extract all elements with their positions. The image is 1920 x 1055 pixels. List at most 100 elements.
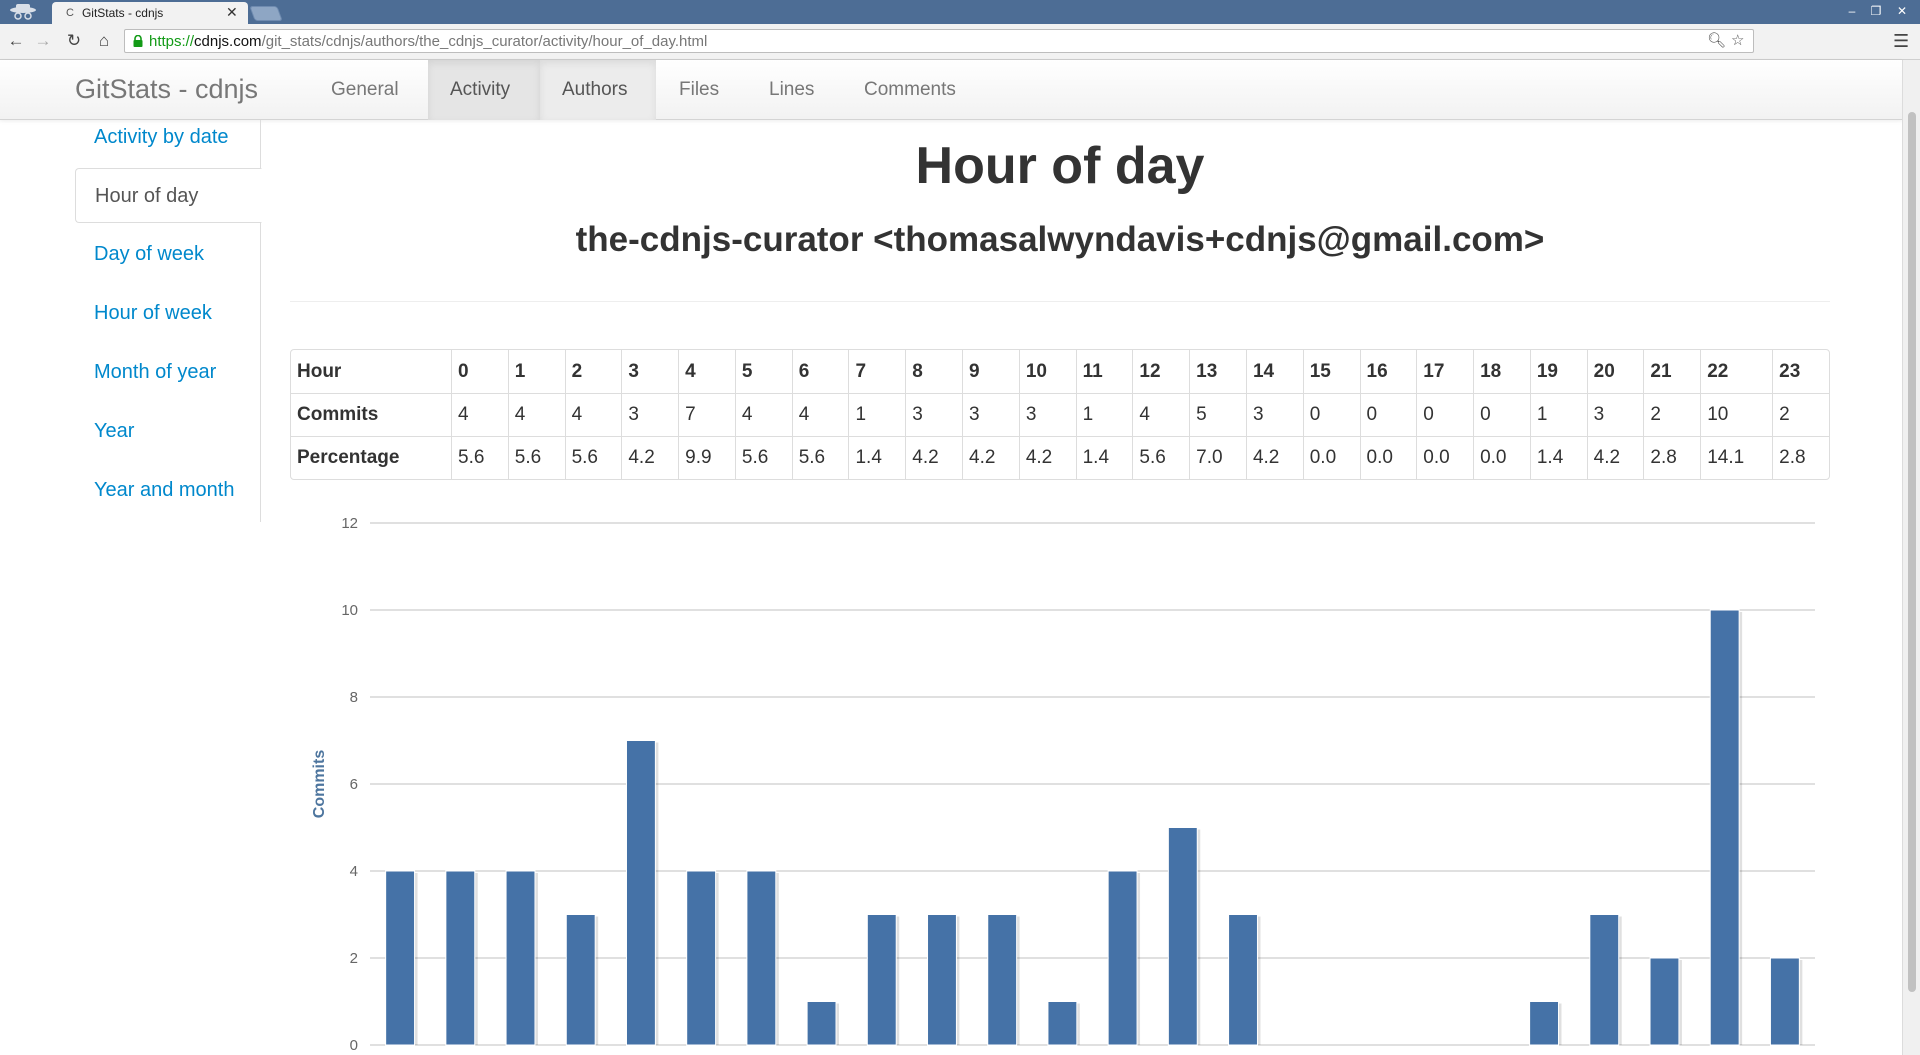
y-tick-label: 10 [341,602,358,619]
nav-files[interactable]: Files [657,60,741,120]
nav-general[interactable]: General [309,60,421,120]
table-cell-commits: 3 [905,393,963,436]
table-cell-percentage: 0.0 [1302,436,1360,479]
sidebar-item-activity-by-date[interactable]: Activity by date [75,110,261,165]
table-cell-hour: 5 [734,350,792,393]
table-cell-commits: 2 [1772,393,1829,436]
commits-by-hour-chart: 0 2 4 6 8 10 12 Commits [311,515,1815,1054]
table-cell-commits: 3 [1245,393,1303,436]
nav-lines[interactable]: Lines [747,60,836,120]
zoom-icon[interactable]: 🔍︎ [1707,31,1726,49]
bar-hour-11[interactable] [1047,1001,1078,1046]
table-cell-hour: 11 [1075,350,1133,393]
bar-hour-20[interactable] [1589,914,1620,1046]
table-cell-commits: 2 [1643,393,1701,436]
sidebar-item-year[interactable]: Year [75,404,261,459]
nav-authors[interactable]: Authors [540,60,656,120]
bar-hour-21[interactable] [1649,957,1680,1046]
bar-hour-23[interactable] [1769,957,1800,1046]
table-cell-hour: 1 [507,350,565,393]
bar-hour-4[interactable] [625,740,656,1046]
address-url[interactable]: https://cdnjs.com/git_stats/cdnjs/author… [149,33,707,50]
bar-hour-14[interactable] [1228,914,1258,1046]
table-cell-percentage: 1.4 [1075,436,1133,479]
page-title: Hour of day [915,137,1205,195]
lock-icon [133,35,143,47]
browser-menu-icon[interactable]: ☰ [1893,31,1909,52]
table-cell-percentage: 9.9 [678,436,735,479]
bar-hour-2[interactable] [505,870,536,1046]
bar-hour-19[interactable] [1529,1001,1560,1046]
sidebar-item-hour-of-week[interactable]: Hour of week [75,286,261,341]
reload-icon[interactable]: ↻ [63,30,85,52]
back-arrow-icon[interactable]: ← [5,30,27,52]
site-navbar: GitStats - cdnjs General Activity Author… [0,60,1902,120]
table-cell-hour: 3 [621,350,678,393]
page-scrollbar[interactable] [1902,60,1920,1055]
y-tick-label: 12 [341,515,358,532]
site-brand[interactable]: GitStats - cdnjs [75,74,258,105]
minimize-window-icon[interactable]: – [1842,3,1862,19]
sidebar-item-day-of-week[interactable]: Day of week [75,227,261,282]
table-cell-hour: 22 [1700,350,1772,393]
forward-arrow-icon[interactable]: → [32,30,54,52]
table-cell-percentage: 7.0 [1189,436,1246,479]
table-cell-percentage: 1.4 [848,436,906,479]
bar-hour-3[interactable] [565,914,596,1046]
y-tick-label: 6 [350,776,358,793]
bookmark-star-icon[interactable]: ☆ [1731,31,1744,49]
table-cell-commits: 7 [678,393,735,436]
table-cell-percentage: 4.2 [621,436,679,479]
table-cell-hour: 2 [564,350,622,393]
table-cell-commits: 4 [507,393,565,436]
close-window-icon[interactable]: ✕ [1892,3,1912,19]
bar-hour-5[interactable] [686,870,717,1046]
bar-hour-0[interactable] [385,870,416,1046]
table-cell-hour: 9 [962,350,1019,393]
bar-hour-7[interactable] [806,1001,837,1046]
incognito-icon [10,4,36,20]
close-tab-icon[interactable]: ✕ [226,4,238,21]
table-cell-commits: 0 [1359,393,1417,436]
bar-hour-12[interactable] [1107,870,1138,1046]
site-favicon-icon: C [66,7,74,19]
bar-hour-9[interactable] [927,914,957,1046]
bar-hour-1[interactable] [445,870,476,1046]
table-cell-hour: 20 [1586,350,1644,393]
table-row-hour: Hour 0 1 2 3 4 5 6 7 8 9 10 11 12 13 14 15 16 17 18 19 20 21 22… [291,350,1829,393]
table-cell-hour: 10 [1018,350,1076,393]
restore-window-icon[interactable]: ❐ [1866,3,1886,19]
bar-hour-10[interactable] [987,914,1018,1046]
home-icon[interactable]: ⌂ [93,30,115,52]
table-cell-percentage: 0.0 [1473,436,1530,479]
address-bar[interactable]: https://cdnjs.com/git_stats/cdnjs/author… [124,29,1754,53]
sidebar-item-hour-of-day[interactable]: Hour of day [75,168,262,223]
bar-hour-22[interactable] [1709,609,1740,1046]
new-tab-button[interactable] [249,6,283,21]
browser-toolbar: ← → ↻ ⌂ https://cdnjs.com/git_stats/cdnj… [0,24,1920,60]
bar-hour-6[interactable] [746,870,777,1046]
table-cell-hour: 12 [1132,350,1189,393]
sidebar-item-year-and-month[interactable]: Year and month [75,463,261,518]
table-cell-hour: 16 [1359,350,1417,393]
nav-comments[interactable]: Comments [842,60,978,120]
bar-hour-13[interactable] [1167,827,1198,1046]
table-cell-hour: 13 [1189,350,1246,393]
table-cell-percentage: 5.6 [734,436,792,479]
scrollbar-thumb[interactable] [1908,112,1916,992]
table-cell-commits: 3 [1586,393,1644,436]
table-cell-commits: 3 [1018,393,1076,436]
row-label-percentage: Percentage [291,436,451,479]
bar-hour-8[interactable] [866,914,897,1046]
table-cell-commits: 0 [1416,393,1474,436]
browser-tab-content[interactable]: C GitStats - cdnjs [52,2,248,24]
table-cell-percentage: 5.6 [564,436,622,479]
table-cell-hour: 14 [1245,350,1303,393]
url-scheme: https:// [149,33,195,50]
table-cell-percentage: 0.0 [1359,436,1417,479]
table-cell-percentage: 4.2 [905,436,963,479]
nav-activity[interactable]: Activity [428,60,540,120]
table-cell-hour: 8 [905,350,962,393]
sidebar-item-month-of-year[interactable]: Month of year [75,345,261,400]
table-cell-percentage: 4.2 [1245,436,1303,479]
